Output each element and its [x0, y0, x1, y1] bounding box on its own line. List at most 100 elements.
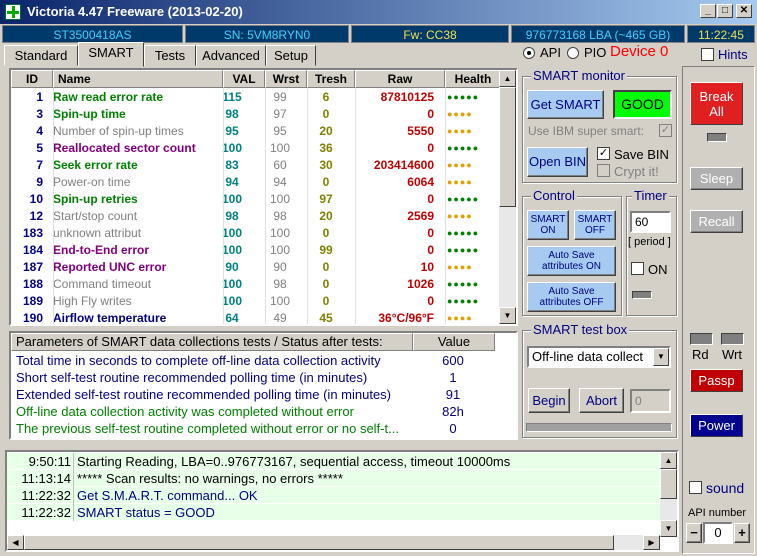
tab-smart[interactable]: SMART	[78, 42, 144, 67]
api-number-input[interactable]: 0	[703, 522, 733, 544]
power-button[interactable]: Power	[690, 414, 743, 437]
api-number-plus-button[interactable]: +	[734, 523, 750, 543]
test-progress-input: 0	[630, 389, 671, 413]
attr-val: 98	[225, 107, 239, 121]
sound-checkbox[interactable]	[689, 481, 702, 494]
col-header-raw[interactable]: Raw	[355, 70, 445, 88]
smart-table-scrollbar[interactable]: ▲ ▼	[499, 70, 516, 324]
table-row[interactable]: 184 End-to-End error 100 100 99 0 ●●●●●	[11, 242, 501, 259]
break-led	[707, 133, 727, 142]
attr-raw: 0	[427, 192, 434, 206]
table-row[interactable]: 7 Seek error rate 83 60 30 203414600 ●●●●	[11, 157, 501, 174]
test-type-select[interactable]: Off-line data collect ▼	[527, 346, 671, 368]
attr-tresh: 0	[322, 226, 330, 240]
attr-raw: 5550	[407, 124, 434, 138]
table-row[interactable]: 189 High Fly writes 100 100 0 0 ●●●●●	[11, 293, 501, 310]
attr-wrst: 90	[273, 260, 287, 274]
attr-id: 1	[36, 90, 43, 104]
log-time: 11:22:32	[21, 505, 71, 520]
attr-tresh: 36	[319, 141, 333, 155]
table-row[interactable]: 3 Spin-up time 98 97 0 0 ●●●●	[11, 106, 501, 123]
open-bin-button[interactable]: Open BIN	[527, 147, 588, 177]
log-message: ***** Scan results: no warnings, no erro…	[77, 471, 343, 486]
chevron-down-icon[interactable]: ▼	[653, 348, 669, 366]
attr-wrst: 60	[273, 158, 287, 172]
device-label[interactable]: Device 0	[610, 43, 668, 60]
recall-button[interactable]: Recall	[690, 210, 743, 233]
col-header-tresh[interactable]: Tresh	[307, 70, 355, 88]
log-vscrollbar[interactable]: ▲ ▼	[660, 452, 677, 537]
smart-on-button[interactable]: SMART ON	[527, 210, 569, 240]
table-row[interactable]: 183 unknown attribut 100 100 0 0 ●●●●●	[11, 225, 501, 242]
tab-standard[interactable]: Standard	[4, 45, 78, 66]
col-header-health[interactable]: Health	[445, 70, 501, 88]
attr-raw: 2569	[407, 209, 434, 223]
table-row[interactable]: 188 Command timeout 100 98 0 1026 ●●●●●	[11, 276, 501, 293]
log-hscroll-thumb[interactable]	[24, 535, 614, 550]
passp-button[interactable]: Passp	[690, 369, 743, 392]
ibm-super-smart-checkbox[interactable]: ✓	[659, 124, 672, 137]
pio-radio[interactable]	[567, 47, 579, 59]
table-row[interactable]: 4 Number of spin-up times 95 95 20 5550 ●●●●	[11, 123, 501, 140]
attr-name: Command timeout	[53, 277, 152, 291]
close-button[interactable]: ✕	[736, 4, 752, 18]
log-scroll-right-icon[interactable]: ▶	[643, 535, 660, 550]
col-header-wrst[interactable]: Wrst	[265, 70, 307, 88]
attr-name: Raw read error rate	[53, 90, 164, 104]
table-row[interactable]: 9 Power-on time 94 94 0 6064 ●●●●	[11, 174, 501, 191]
attr-tresh: 30	[319, 158, 333, 172]
scroll-up-icon[interactable]: ▲	[499, 70, 516, 87]
param-row: The previous self-test routine completed…	[11, 420, 516, 437]
get-smart-button[interactable]: Get SMART	[527, 90, 604, 119]
log-scroll-up-icon[interactable]: ▲	[660, 452, 677, 469]
log-scroll-thumb[interactable]	[660, 469, 677, 499]
params-header-value: Value	[413, 333, 495, 351]
save-bin-checkbox[interactable]: ✓	[597, 147, 610, 160]
attr-val: 100	[221, 277, 243, 291]
log-entry: 11:22:32 SMART status = GOOD	[7, 504, 662, 521]
attr-name: Reported UNC error	[53, 260, 167, 274]
scroll-thumb[interactable]	[499, 87, 516, 207]
timer-period-input[interactable]: 60	[630, 211, 671, 233]
autosave-on-button[interactable]: Auto Save attributes ON	[527, 246, 616, 276]
col-header-id[interactable]: ID	[11, 70, 53, 88]
tab-setup[interactable]: Setup	[266, 45, 316, 66]
attr-id: 189	[22, 294, 43, 308]
col-header-val[interactable]: VAL	[223, 70, 265, 88]
maximize-button[interactable]: □	[717, 4, 733, 18]
crypt-label: Crypt it!	[614, 164, 659, 179]
log-panel[interactable]: 9:50:11 Starting Reading, LBA=0..97677316…	[5, 450, 679, 552]
smart-attributes-table[interactable]: ID Name VAL Wrst Tresh Raw Health 1 Raw r…	[9, 68, 518, 326]
minimize-button[interactable]: _	[700, 4, 716, 18]
table-row[interactable]: 190 Airflow temperature 64 49 45 36°C/96°F ●●●…	[11, 310, 501, 324]
break-all-button[interactable]: Break All	[690, 82, 743, 125]
col-header-name[interactable]: Name	[53, 70, 223, 88]
timer-on-checkbox[interactable]	[631, 262, 644, 275]
param-name: Extended self-test routine recommended p…	[16, 387, 392, 402]
tab-advanced[interactable]: Advanced	[196, 45, 266, 66]
autosave-off-button[interactable]: Auto Save attributes OFF	[527, 282, 616, 312]
begin-button[interactable]: Begin	[528, 388, 570, 413]
hints-checkbox[interactable]	[701, 48, 714, 61]
smart-off-button[interactable]: SMART OFF	[574, 210, 616, 240]
log-scroll-down-icon[interactable]: ▼	[660, 520, 677, 537]
attr-health: ●●●●●	[447, 143, 480, 153]
abort-button[interactable]: Abort	[579, 388, 624, 413]
api-radio[interactable]	[523, 47, 535, 59]
table-row[interactable]: 12 Start/stop count 98 98 20 2569 ●●●●	[11, 208, 501, 225]
table-row[interactable]: 187 Reported UNC error 90 90 0 10 ●●●●	[11, 259, 501, 276]
table-row[interactable]: 1 Raw read error rate 115 99 6 87810125 ●●●●●	[11, 89, 501, 106]
table-row[interactable]: 10 Spin-up retries 100 100 97 0 ●●●●●	[11, 191, 501, 208]
tab-tests[interactable]: Tests	[144, 45, 196, 66]
sleep-button[interactable]: Sleep	[690, 167, 743, 190]
api-number-minus-button[interactable]: −	[686, 523, 702, 543]
param-name: The previous self-test routine completed…	[16, 421, 399, 436]
table-row[interactable]: 5 Reallocated sector count 100 100 36 0 ●●●●●	[11, 140, 501, 157]
attr-tresh: 0	[322, 260, 330, 274]
log-hscrollbar[interactable]: ◀ ▶	[7, 535, 660, 550]
attr-name: Spin-up time	[53, 107, 126, 121]
attr-raw: 10	[420, 260, 434, 274]
crypt-checkbox[interactable]	[597, 164, 610, 177]
log-scroll-left-icon[interactable]: ◀	[7, 535, 24, 550]
scroll-down-icon[interactable]: ▼	[499, 307, 516, 324]
